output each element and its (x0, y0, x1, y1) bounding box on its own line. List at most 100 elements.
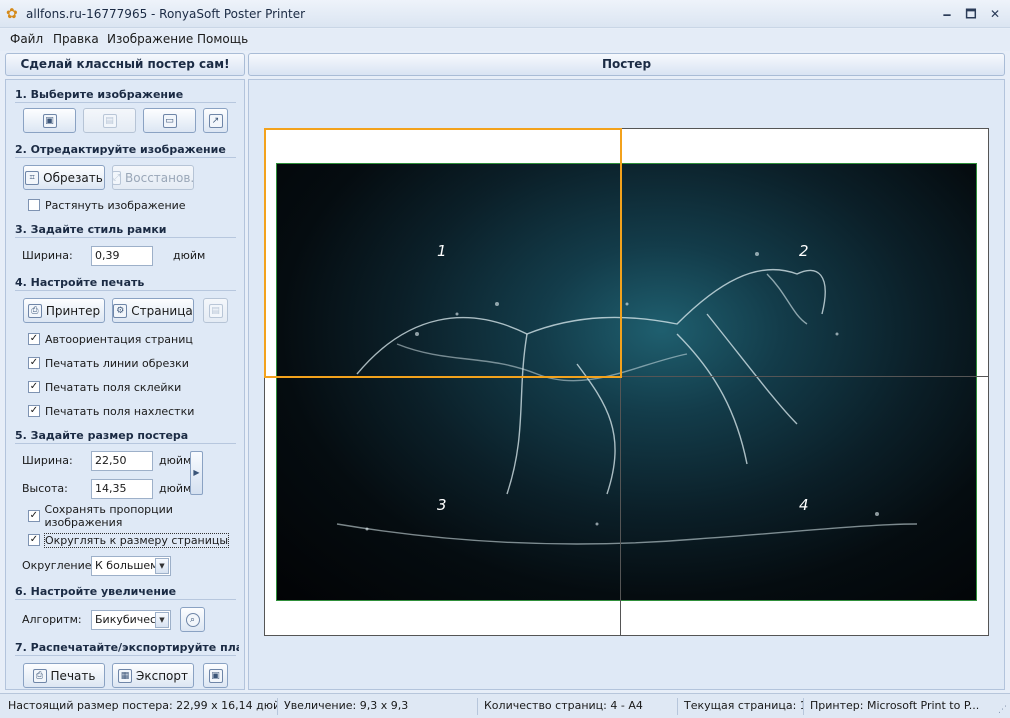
divider (15, 655, 236, 656)
print-glue-margins-checkbox[interactable]: ✓ Печатать поля склейки (28, 379, 181, 395)
close-button[interactable]: ✕ (986, 5, 1004, 23)
checkbox-box: ✓ (28, 357, 40, 369)
section-edit-image-title: 2. Отредактируйте изображение (15, 143, 226, 156)
rounding-label: Округление: (22, 559, 96, 572)
page-preview-icon: ▤ (208, 303, 223, 318)
printer-icon: ⎙ (32, 668, 47, 683)
divider (15, 157, 236, 158)
poster-width-label: Ширина: (22, 454, 73, 467)
section-print-settings-title: 4. Настройте печать (15, 276, 145, 289)
checkbox-box (28, 199, 40, 211)
frame-width-input[interactable]: 0,39 (91, 246, 153, 266)
keep-proportions-label: Сохранять пропорции изображения (44, 503, 173, 529)
rounding-select[interactable]: К большему ▼ (91, 556, 171, 576)
poster-height-input[interactable]: 14,35 (91, 479, 153, 499)
section-scaling-title: 6. Настройте увеличение (15, 585, 177, 598)
section-select-image-title: 1. Выберите изображение (15, 88, 184, 101)
status-current-page: Текущая страница: 1 (678, 698, 804, 715)
print-cut-lines-checkbox[interactable]: ✓ Печатать линии обрезки (28, 355, 189, 371)
page-number-4[interactable]: 4 (799, 496, 809, 514)
app-butterfly-icon: ✿ (6, 6, 18, 22)
title-bar: ✿ allfons.ru-16777965 - RonyaSoft Poster… (0, 0, 1010, 28)
round-to-page-checkbox[interactable]: ✓ Округлять к размеру страницы (28, 532, 230, 548)
poster-width-input[interactable]: 22,50 (91, 451, 153, 471)
poster-width-unit: дюйм (159, 454, 192, 467)
restore-icon: ⤢ (111, 170, 122, 185)
auto-orientation-checkbox[interactable]: ✓ Автоориентация страниц (28, 331, 193, 347)
resize-grip-icon[interactable]: ⋰ (998, 705, 1007, 715)
window-title: allfons.ru-16777965 - RonyaSoft Poster P… (26, 7, 306, 21)
export-icon: ▦ (117, 668, 132, 683)
menu-image[interactable]: Изображение (107, 32, 193, 46)
zoom-preview-button[interactable]: ⌕ (180, 607, 205, 632)
scan-image-button[interactable]: ▭ (143, 108, 196, 133)
chevron-down-icon[interactable]: ▼ (155, 612, 169, 628)
minimize-button[interactable]: 🗕 (938, 5, 956, 23)
keep-proportions-checkbox[interactable]: ✓ Сохранять пропорции изображения (28, 503, 244, 529)
external-link-button[interactable]: ↗ (203, 108, 228, 133)
checkbox-box: ✓ (28, 405, 40, 417)
auto-orientation-label: Автоориентация страниц (45, 332, 193, 346)
menu-bar: Файл Правка Изображение Помощь (0, 29, 1010, 51)
print-button[interactable]: ⎙ Печать (23, 663, 105, 688)
paste-image-button[interactable]: ▤ (83, 108, 136, 133)
magnifier-icon: ⌕ (185, 612, 200, 627)
status-printer: Принтер: Microsoft Print to P... (810, 699, 980, 712)
status-zoom: Увеличение: 9,3 x 9,3 (278, 698, 478, 715)
section-frame-style-title: 3. Задайте стиль рамки (15, 223, 167, 236)
page-number-1[interactable]: 1 (437, 242, 447, 260)
divider (15, 599, 236, 600)
paste-icon: ▤ (102, 113, 117, 128)
printer-label: Принтер (45, 303, 101, 318)
crop-button[interactable]: ⌗ Обрезать (23, 165, 105, 190)
status-poster-size: Настоящий размер постера: 22,99 x 16,14 … (2, 698, 278, 715)
maximize-button[interactable]: 🗖 (962, 5, 980, 23)
chevron-down-icon[interactable]: ▼ (155, 558, 169, 574)
page-setup-button[interactable]: ⚙ Страница (112, 298, 194, 323)
menu-file[interactable]: Файл (10, 32, 43, 46)
divider (15, 443, 236, 444)
poster-header: Постер (248, 53, 1005, 76)
stretch-image-checkbox[interactable]: Растянуть изображение (28, 197, 186, 213)
status-bar: Настоящий размер постера: 22,99 x 16,14 … (0, 693, 1010, 718)
frame-width-unit: дюйм (173, 249, 206, 262)
sidebar-header: Сделай классный постер сам! (5, 53, 245, 76)
printer-button[interactable]: ⎙ Принтер (23, 298, 105, 323)
page-preview-button[interactable]: ▤ (203, 298, 228, 323)
export-label: Экспорт (135, 668, 189, 683)
print-cut-lines-label: Печатать линии обрезки (45, 356, 189, 370)
frame-width-label: Ширина: (22, 249, 73, 262)
crop-label: Обрезать (43, 170, 103, 185)
scanner-icon: ▭ (162, 113, 177, 128)
export-button[interactable]: ▦ Экспорт (112, 663, 194, 688)
open-image-button[interactable]: ▣ (23, 108, 76, 133)
round-to-page-label: Округлять к размеру страницы (43, 532, 230, 548)
link-proportions-button[interactable]: ▶ (190, 451, 203, 495)
export-image-button[interactable]: ▣ (203, 663, 228, 688)
divider (15, 102, 236, 103)
restore-button[interactable]: ⤢ Восстанов. (111, 165, 195, 190)
printer-icon: ⎙ (27, 303, 42, 318)
print-overlap-margins-checkbox[interactable]: ✓ Печатать поля нахлестки (28, 403, 194, 419)
menu-edit[interactable]: Правка (53, 32, 99, 46)
divider (15, 237, 236, 238)
menu-help[interactable]: Помощь (197, 32, 248, 46)
print-glue-margins-label: Печатать поля склейки (45, 380, 182, 394)
checkbox-box: ✓ (28, 333, 40, 345)
checkbox-box: ✓ (28, 381, 40, 393)
settings-panel: 1. Выберите изображение ▣ ▤ ▭ ↗ 2. Отред… (5, 79, 245, 690)
page-number-3[interactable]: 3 (437, 496, 447, 514)
restore-label: Восстанов. (125, 170, 195, 185)
print-label: Печать (50, 668, 96, 683)
divider (15, 290, 236, 291)
section-poster-size-title: 5. Задайте размер постера (15, 429, 189, 442)
page-number-2[interactable]: 2 (799, 242, 809, 260)
poster-height-label: Высота: (22, 482, 68, 495)
crop-icon: ⌗ (25, 170, 40, 185)
algorithm-select[interactable]: Бикубический ▼ (91, 610, 171, 630)
checkbox-box: ✓ (28, 534, 40, 546)
open-image-icon: ▣ (42, 113, 57, 128)
section-print-export-title: 7. Распечатайте/экспортируйте плак (15, 641, 239, 654)
external-link-icon: ↗ (208, 113, 223, 128)
status-page-count: Количество страниц: 4 - A4 (478, 698, 678, 715)
